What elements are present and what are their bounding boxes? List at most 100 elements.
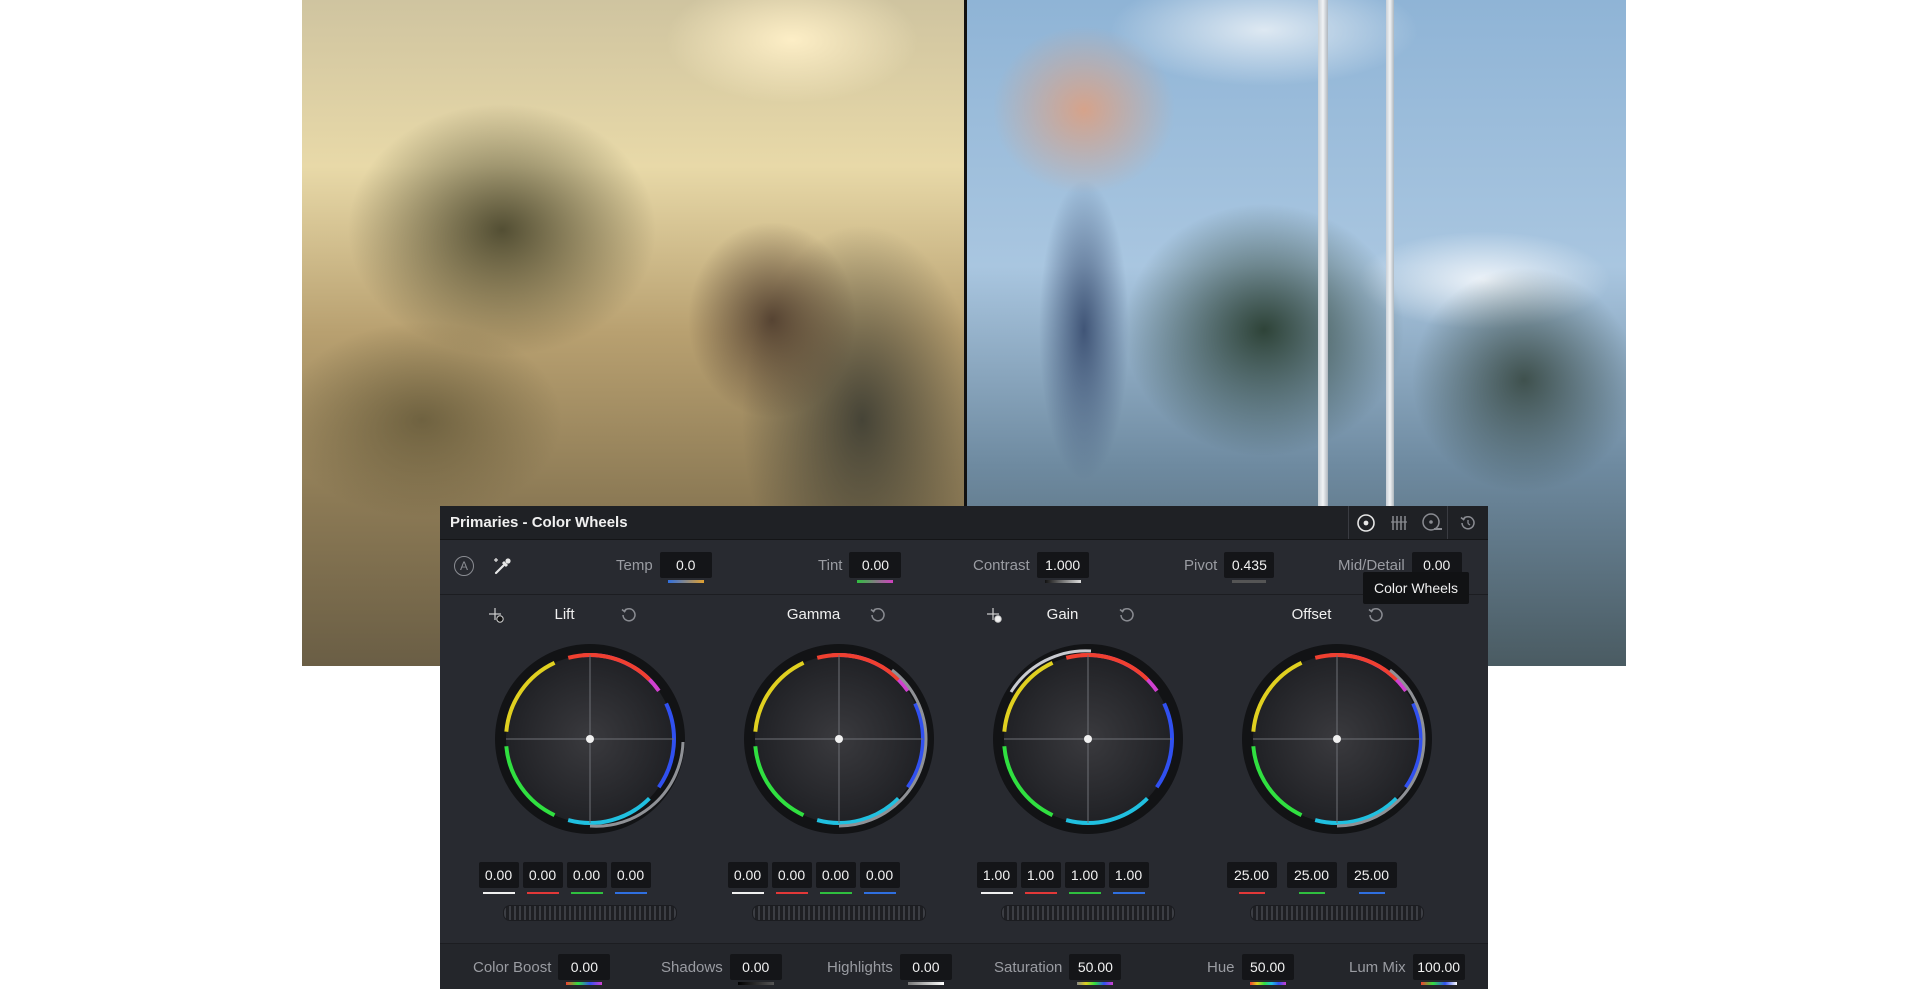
gamma-wheel-column: Gamma 0.00 0.00 0.00 0.00: [689, 595, 938, 921]
gamma-green-field[interactable]: 0.00: [815, 862, 856, 894]
red-bar: [526, 892, 559, 894]
lift-green-field[interactable]: 0.00: [566, 862, 607, 894]
contrast-label: Contrast: [973, 556, 1030, 574]
lift-reset-button[interactable]: [620, 606, 638, 628]
lum-mix-gradient: [1420, 982, 1457, 985]
color-boost-value: 0.00: [570, 959, 598, 975]
hue-field[interactable]: 50.00: [1241, 954, 1294, 985]
gamma-green-value: 0.00: [821, 867, 850, 883]
contrast-value: 1.000: [1045, 557, 1081, 573]
gamma-reset-button[interactable]: [869, 606, 887, 628]
gain-color-wheel[interactable]: [991, 642, 1185, 836]
lum-mix-value: 100.00: [1417, 959, 1461, 975]
gamma-master-field[interactable]: 0.00: [727, 862, 768, 894]
pivot-param: Pivot 0.435: [1184, 550, 1275, 583]
primaries-color-wheels-panel: Primaries - Color Wheels A Temp 0.0 Tint…: [440, 506, 1488, 989]
offset-color-wheel[interactable]: [1240, 642, 1434, 836]
auto-balance-button[interactable]: A: [454, 556, 474, 576]
pivot-label: Pivot: [1184, 556, 1218, 574]
lum-mix-field[interactable]: 100.00: [1412, 954, 1465, 985]
offset-red-field[interactable]: 25.00: [1226, 862, 1277, 894]
gain-green-value: 1.00: [1070, 867, 1099, 883]
shadows-label: Shadows: [661, 958, 723, 976]
lift-blue-value: 0.00: [616, 867, 645, 883]
lift-master-field[interactable]: 0.00: [478, 862, 519, 894]
lift-blue-field[interactable]: 0.00: [610, 862, 651, 894]
color-wheels-area: Lift 0.00 0.00 0.00 0.00 Gamma 0.00 0.00…: [440, 595, 1488, 921]
gamma-title: Gamma: [786, 606, 841, 623]
primaries-bars-mode-button[interactable]: [1382, 506, 1415, 539]
shadows-value: 0.00: [742, 959, 770, 975]
master-bar: [731, 892, 764, 894]
gain-values: 1.00 1.00 1.00 1.00: [938, 862, 1187, 894]
tint-label: Tint: [818, 556, 843, 574]
color-wheels-mode-button[interactable]: [1349, 506, 1382, 539]
gain-master-field[interactable]: 1.00: [976, 862, 1017, 894]
green-bar: [1298, 892, 1325, 894]
gamma-master-jog-wheel[interactable]: [752, 905, 926, 921]
offset-green-value: 25.00: [1293, 867, 1330, 883]
color-boost-label: Color Boost: [473, 958, 552, 976]
red-bar: [775, 892, 808, 894]
gamma-blue-field[interactable]: 0.00: [859, 862, 900, 894]
shadows-gradient: [737, 982, 774, 985]
split-wipe-line[interactable]: [964, 0, 967, 506]
pivot-value: 0.435: [1231, 557, 1267, 573]
offset-blue-field[interactable]: 25.00: [1346, 862, 1397, 894]
lift-color-wheel[interactable]: [493, 642, 687, 836]
lift-red-field[interactable]: 0.00: [522, 862, 563, 894]
white-balance-picker-button[interactable]: [492, 555, 514, 581]
pivot-field[interactable]: 0.435: [1224, 552, 1275, 583]
log-wheels-mode-button[interactable]: [1415, 506, 1448, 539]
contrast-field[interactable]: 1.000: [1036, 552, 1089, 583]
hue-label: Hue: [1207, 958, 1235, 976]
shadows-field[interactable]: 0.00: [729, 954, 782, 985]
saturation-value: 50.00: [1077, 959, 1113, 975]
gain-blue-field[interactable]: 1.00: [1108, 862, 1149, 894]
gamma-red-value: 0.00: [777, 867, 806, 883]
green-bar: [570, 892, 603, 894]
lift-red-value: 0.00: [528, 867, 557, 883]
offset-green-field[interactable]: 25.00: [1286, 862, 1337, 894]
color-boost-field[interactable]: 0.00: [558, 954, 611, 985]
lift-title: Lift: [554, 606, 575, 623]
pivot-gradient: [1232, 580, 1267, 583]
log-wheels-mode-icon: [1421, 512, 1442, 531]
gamma-red-field[interactable]: 0.00: [771, 862, 812, 894]
mid-detail-label: Mid/Detail: [1338, 556, 1405, 574]
blue-bar: [614, 892, 647, 894]
tint-field[interactable]: 0.00: [849, 552, 902, 583]
gain-master-jog-wheel[interactable]: [1001, 905, 1175, 921]
green-bar: [819, 892, 852, 894]
gamma-master-value: 0.00: [733, 867, 762, 883]
blue-bar: [1358, 892, 1385, 894]
eyedropper-icon: [494, 558, 511, 575]
bottom-parameter-row: Color Boost 0.00 Shadows 0.00 Highlights…: [440, 943, 1488, 989]
lift-green-value: 0.00: [572, 867, 601, 883]
reset-icon: [1368, 608, 1383, 622]
reset-icon: [870, 608, 885, 622]
saturation-field[interactable]: 50.00: [1069, 954, 1122, 985]
offset-master-jog-wheel[interactable]: [1250, 905, 1424, 921]
reset-icon: [621, 608, 636, 622]
mode-switcher: [1348, 506, 1448, 539]
lift-master-jog-wheel[interactable]: [503, 905, 677, 921]
offset-wheel-column: Offset 25.00 25.00 25.00: [1187, 595, 1436, 921]
panel-title: Primaries - Color Wheels: [450, 514, 628, 531]
gain-wheel-column: Gain 1.00 1.00 1.00 1.00: [938, 595, 1187, 921]
temp-field[interactable]: 0.0: [659, 552, 712, 583]
gain-green-field[interactable]: 1.00: [1064, 862, 1105, 894]
offset-reset-button[interactable]: [1367, 606, 1385, 628]
blue-bar: [1112, 892, 1145, 894]
panel-header: Primaries - Color Wheels: [440, 506, 1488, 540]
lift-wheel-column: Lift 0.00 0.00 0.00 0.00: [440, 595, 689, 921]
blue-bar: [863, 892, 896, 894]
highlights-field[interactable]: 0.00: [899, 954, 952, 985]
offset-blue-value: 25.00: [1353, 867, 1390, 883]
gain-red-field[interactable]: 1.00: [1020, 862, 1061, 894]
temp-param: Temp 0.0: [616, 550, 712, 583]
temp-label: Temp: [616, 556, 653, 574]
gain-reset-button[interactable]: [1118, 606, 1136, 628]
gamma-color-wheel[interactable]: [742, 642, 936, 836]
reset-all-button[interactable]: [1447, 506, 1488, 539]
